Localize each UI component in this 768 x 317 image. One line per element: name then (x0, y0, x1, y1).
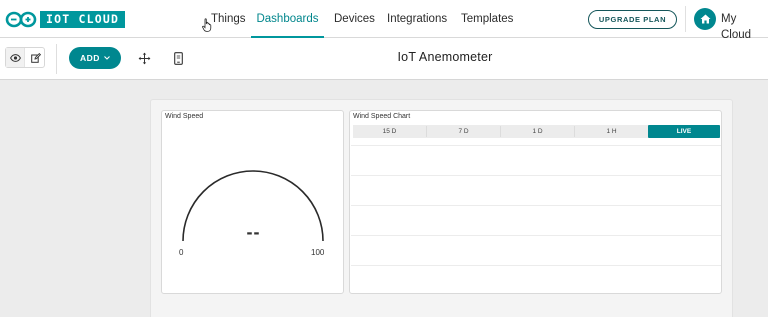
chart-widget[interactable]: Wind Speed Chart 15 D 7 D 1 D 1 H LIVE (349, 110, 722, 294)
range-button-1h[interactable]: 1 H (575, 125, 648, 138)
iot-cloud-logo[interactable]: IOT CLOUD (5, 11, 126, 28)
range-button-7d[interactable]: 7 D (427, 125, 500, 138)
gauge-arc (182, 170, 324, 242)
chart-gridline (351, 175, 721, 176)
range-button-live[interactable]: LIVE (648, 125, 720, 138)
nav-tab-things[interactable]: Things (211, 0, 246, 38)
chart-widget-title: Wind Speed Chart (353, 113, 411, 120)
hand-cursor-icon (202, 18, 212, 32)
dashboard-title: IoT Anemometer (397, 50, 493, 64)
home-button[interactable] (694, 8, 716, 30)
logo-text: IOT CLOUD (40, 11, 126, 28)
nav-tab-integrations[interactable]: Integrations (387, 0, 447, 38)
nav-tab-dashboards[interactable]: Dashboards (251, 0, 324, 38)
arduino-infinity-icon (5, 11, 37, 28)
gauge-widget[interactable]: Wind Speed -- 0 100 (161, 110, 344, 294)
gauge-min-label: 0 (179, 248, 184, 257)
range-button-1d[interactable]: 1 D (501, 125, 574, 138)
top-navigation-bar: IOT CLOUD Things Dashboards Devices Inte… (0, 0, 768, 41)
range-button-15d[interactable]: 15 D (353, 125, 426, 138)
gauge-value: -- (246, 222, 261, 242)
home-icon (700, 14, 710, 24)
time-range-selector: 15 D 7 D 1 D 1 H LIVE (353, 125, 720, 138)
chart-gridline (351, 235, 721, 236)
upgrade-plan-button[interactable]: UPGRADE PLAN (588, 10, 677, 29)
dashboard-toolbar: ADD IoT Anemometer (0, 38, 768, 80)
chart-gridline (351, 205, 721, 206)
gauge-max-label: 100 (311, 248, 325, 257)
nav-divider (685, 6, 686, 32)
chart-gridline (351, 265, 721, 266)
nav-tab-devices[interactable]: Devices (334, 0, 375, 38)
nav-tab-templates[interactable]: Templates (461, 0, 513, 38)
chart-gridline (351, 145, 721, 146)
